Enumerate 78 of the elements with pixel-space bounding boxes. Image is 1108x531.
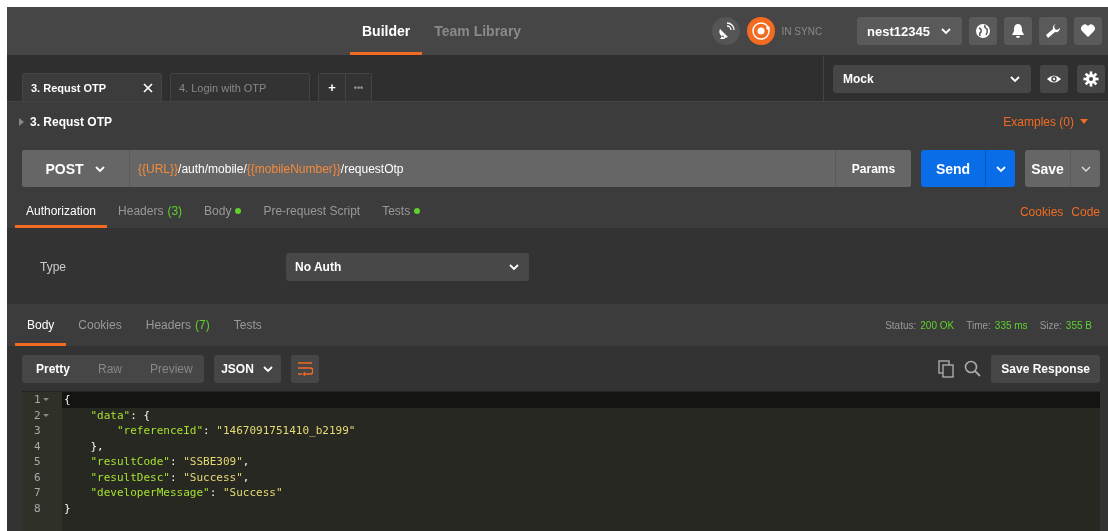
chevron-down-icon bbox=[1009, 73, 1021, 84]
response-stat: Status: 200 OK bbox=[885, 319, 955, 331]
quick-look-button[interactable] bbox=[1040, 64, 1068, 93]
view-mode-tab[interactable]: Pretty bbox=[22, 354, 84, 383]
line-number: 5 bbox=[34, 454, 41, 470]
request-section-tab[interactable]: Body bbox=[193, 196, 253, 228]
close-icon[interactable] bbox=[143, 82, 153, 93]
send-button[interactable]: Send bbox=[921, 150, 985, 187]
line-number: 3 bbox=[34, 423, 41, 439]
settings-icon bbox=[1083, 69, 1099, 88]
response-stat: Size: 355 B bbox=[1039, 319, 1092, 331]
satellite-dish-icon[interactable] bbox=[711, 17, 740, 45]
new-tab-button[interactable]: + bbox=[319, 74, 345, 101]
more-tabs-button[interactable]: ••• bbox=[345, 74, 371, 101]
request-name: 3. Requst OTP bbox=[30, 114, 112, 129]
examples-link[interactable]: Examples (0) bbox=[997, 113, 1094, 130]
sync-icon[interactable] bbox=[746, 17, 775, 45]
account-dropdown[interactable]: nest12345 bbox=[857, 17, 962, 45]
request-tab[interactable]: 3. Requst OTP bbox=[22, 73, 162, 101]
request-section-tab[interactable]: Pre-request Script bbox=[252, 196, 372, 228]
copy-icon[interactable] bbox=[938, 359, 955, 378]
caret-right-icon[interactable] bbox=[19, 117, 24, 126]
request-section-tab[interactable]: Headers (3) bbox=[107, 196, 194, 228]
settings-button[interactable] bbox=[1077, 64, 1105, 93]
line-number: 6 bbox=[34, 469, 41, 485]
globe-button[interactable] bbox=[969, 17, 997, 45]
code-line: "developerMessage": "Success" bbox=[89, 485, 283, 501]
auth-type-dropdown[interactable]: No Auth bbox=[286, 252, 529, 281]
chevron-down-icon bbox=[940, 26, 952, 36]
wrench-button[interactable] bbox=[1039, 17, 1067, 45]
response-tab[interactable]: Headers (7) bbox=[133, 304, 222, 346]
caret-down-icon bbox=[1080, 119, 1088, 124]
bell-button[interactable] bbox=[1004, 17, 1032, 45]
chevron-down-icon bbox=[508, 261, 520, 272]
code-line: { bbox=[63, 392, 71, 408]
code-line: }, bbox=[89, 438, 104, 454]
wrench-icon bbox=[1045, 23, 1061, 39]
code-editor[interactable]: 1 { 2 "data": { 3 "referenceId": "1467091751410_b2199" 4 }, 5 "resultCode": "SSBE309", 6 "resultDesc": "Success", 7 "developerMessage": "Success" 8 } bbox=[22, 391, 1100, 531]
request-link[interactable]: Cookies bbox=[1019, 205, 1064, 219]
request-link[interactable]: Code bbox=[1071, 205, 1100, 219]
line-number: 2 bbox=[34, 407, 41, 423]
line-number: 4 bbox=[34, 438, 41, 454]
request-section-tab[interactable]: Tests bbox=[371, 196, 432, 228]
send-options-button[interactable] bbox=[985, 150, 1015, 187]
sync-status: IN SYNC bbox=[781, 25, 823, 37]
response-stat: Time: 335 ms bbox=[966, 319, 1028, 331]
code-line: "resultCode": "SSBE309", bbox=[89, 454, 250, 470]
globe-icon bbox=[975, 23, 991, 39]
code-line: } bbox=[63, 500, 71, 516]
fold-caret-icon[interactable] bbox=[42, 398, 49, 402]
bell-icon bbox=[1010, 23, 1026, 39]
params-button[interactable]: Params bbox=[835, 150, 911, 187]
format-dropdown[interactable]: JSON bbox=[214, 354, 281, 383]
line-number: 8 bbox=[34, 500, 41, 516]
chevron-down-icon bbox=[93, 163, 106, 174]
line-number: 7 bbox=[34, 485, 41, 501]
response-tab[interactable]: Tests bbox=[221, 304, 274, 346]
chevron-down-icon bbox=[261, 363, 274, 374]
heart-button[interactable] bbox=[1074, 17, 1102, 45]
auth-type-label: Type bbox=[40, 259, 67, 274]
chevron-down-icon bbox=[994, 163, 1007, 174]
wrap-lines-icon bbox=[297, 360, 313, 377]
wrap-lines-button[interactable] bbox=[291, 354, 319, 383]
request-tab[interactable]: 4. Login with OTP bbox=[170, 73, 310, 101]
response-tab[interactable]: Body bbox=[15, 304, 67, 346]
fold-caret-icon[interactable] bbox=[42, 413, 49, 417]
save-button[interactable]: Save bbox=[1025, 150, 1070, 187]
code-line: "referenceId": "1467091751410_b2199" bbox=[116, 423, 356, 439]
save-response-button[interactable]: Save Response bbox=[991, 354, 1100, 383]
method-dropdown[interactable]: POST bbox=[22, 150, 130, 187]
line-number: 1 bbox=[34, 392, 41, 408]
code-line: "resultDesc": "Success", bbox=[89, 469, 250, 485]
url-field[interactable]: {{URL}}/auth/mobile/{{mobileNumber}}/requestOtp bbox=[130, 150, 835, 187]
search-icon[interactable] bbox=[964, 360, 982, 377]
code-line: "data": { bbox=[89, 407, 151, 423]
environment-dropdown[interactable]: Mock bbox=[833, 64, 1031, 93]
heart-icon bbox=[1080, 23, 1096, 39]
response-tab[interactable]: Cookies bbox=[66, 304, 134, 346]
